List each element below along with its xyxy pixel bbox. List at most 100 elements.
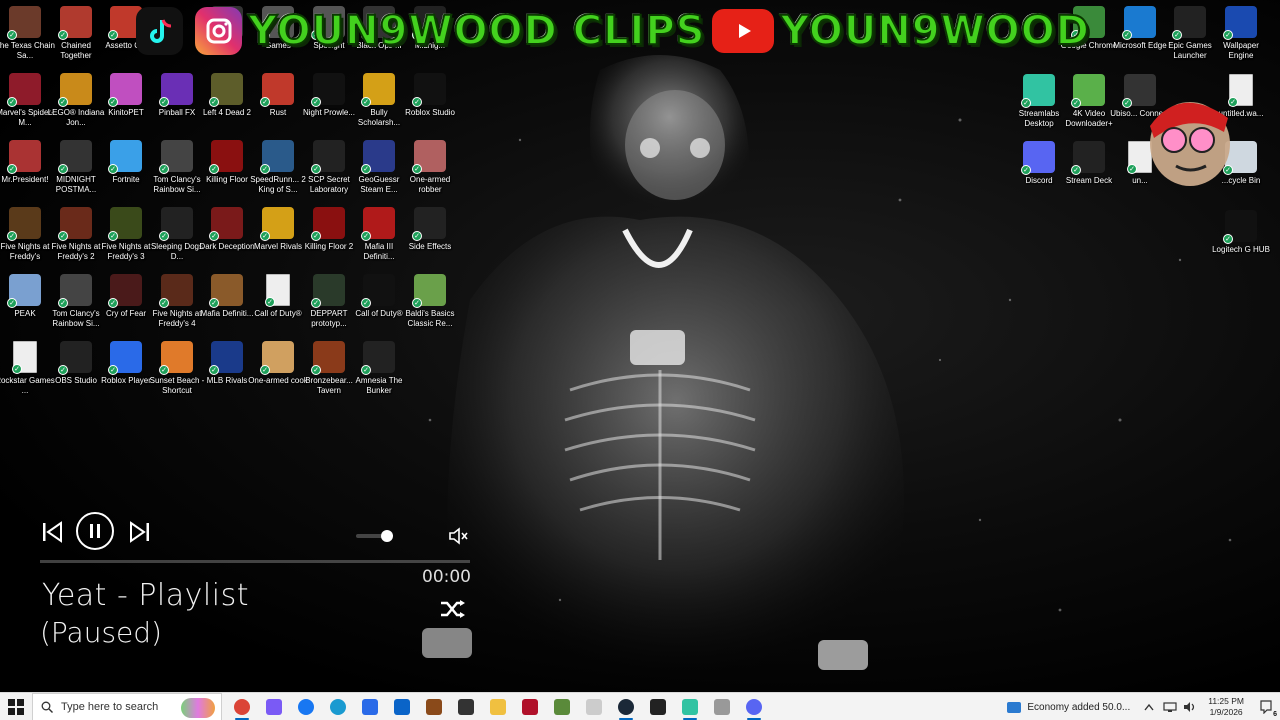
desktop-shortcut[interactable]: ✓ Marvel's Spider-M... xyxy=(0,73,54,137)
desktop-shortcut[interactable]: ✓ Five Nights at Freddy's xyxy=(0,207,50,271)
clock-date: 1/9/2026 xyxy=(1209,707,1243,717)
taskbar-app-store[interactable] xyxy=(354,693,386,720)
desktop-shortcut[interactable]: ✓ SpeedRunn... 2 King of S... xyxy=(250,140,306,204)
desktop-shortcut[interactable]: ✓ Night Prowle... xyxy=(303,73,355,137)
notification-preview[interactable]: Economy added 50.0... xyxy=(999,701,1138,713)
playback-status: (Paused) xyxy=(40,616,162,649)
desktop-shortcut[interactable]: ✓ Mafia III Definiti... xyxy=(354,207,404,271)
taskbar-app-capcut[interactable] xyxy=(514,693,546,720)
desktop-shortcut[interactable]: ✓ Logitech G HUB xyxy=(1212,210,1270,274)
desktop-shortcut[interactable]: ✓ Rockstar Games ... xyxy=(0,341,55,405)
desktop-shortcut[interactable]: ✓ Side Effects xyxy=(405,207,455,271)
taskbar-app-discord-like[interactable] xyxy=(738,693,770,720)
sync-check-icon: ✓ xyxy=(58,365,68,375)
desktop-shortcut[interactable]: ✓ PEAK xyxy=(0,274,50,338)
taskbar-app-mail[interactable] xyxy=(386,693,418,720)
desktop-shortcut[interactable]: ✓ Killing Floor xyxy=(202,140,252,204)
fnaf3-icon: ✓ xyxy=(108,207,142,241)
volume-button[interactable] xyxy=(1180,701,1200,713)
desktop-shortcut[interactable]: ✓ Chained Together xyxy=(51,6,101,70)
taskbar-app-minecraft[interactable] xyxy=(546,693,578,720)
desktop-shortcut[interactable]: ✓ Dark Deception xyxy=(199,207,255,271)
desktop-shortcut[interactable]: ✓ The Texas Chain Sa... xyxy=(0,6,55,70)
desktop-shortcut[interactable]: ✓ Pinball FX xyxy=(152,73,202,137)
desktop-shortcut[interactable]: ✓ Epic Games Launcher xyxy=(1165,6,1215,70)
desktop-shortcut[interactable]: ✓ One-armed robber xyxy=(405,140,455,204)
taskbar-app-steam[interactable] xyxy=(610,693,642,720)
sync-check-icon: ✓ xyxy=(311,365,321,375)
desktop-shortcut[interactable]: ✓ Stream Deck xyxy=(1064,141,1114,205)
desktop-shortcut[interactable]: ✓ KinitoPET xyxy=(101,73,151,137)
sync-check-icon: ✓ xyxy=(58,164,68,174)
taskbar-app-facebook[interactable] xyxy=(290,693,322,720)
taskbar-app-chrome[interactable] xyxy=(226,693,258,720)
desktop-shortcut[interactable]: ✓ Five Nights at Freddy's 3 xyxy=(101,207,151,271)
start-button[interactable] xyxy=(0,693,32,720)
taskbar-clock[interactable]: 11:25 PM 1/9/2026 xyxy=(1200,696,1252,718)
desktop-shortcut[interactable]: ✓ Killing Floor 2 xyxy=(304,207,354,271)
taskbar-app-edge[interactable] xyxy=(322,693,354,720)
volume-slider-knob[interactable] xyxy=(380,530,393,542)
taskbar-app-stream-deck[interactable] xyxy=(642,693,674,720)
taskbar-app-roblox-studio[interactable] xyxy=(450,693,482,720)
desktop-shortcut[interactable]: ✓ Amnesia The Bunker xyxy=(354,341,404,405)
desktop-shortcut[interactable]: ✓ Bronzebear... Tavern xyxy=(304,341,354,405)
desktop-shortcut[interactable]: ✓ SCP Secret Laboratory xyxy=(304,140,354,204)
mute-button[interactable] xyxy=(446,524,470,548)
sync-check-icon: ✓ xyxy=(1223,30,1233,40)
desktop-shortcut[interactable]: ✓ Left 4 Dead 2 xyxy=(202,73,252,137)
notification-center-button[interactable]: 6 xyxy=(1252,693,1280,720)
desktop-shortcut[interactable]: ✓ Microsoft Edge xyxy=(1113,6,1167,70)
shuffle-icon xyxy=(441,600,465,618)
sync-check-icon: ✓ xyxy=(412,164,422,174)
desktop-shortcut[interactable]: ✓ Mafia Definiti... xyxy=(201,274,253,338)
desktop-shortcut[interactable]: ✓ Five Nights at Freddy's 4 xyxy=(152,274,202,338)
shuffle-button[interactable] xyxy=(438,596,468,622)
desktop-shortcut[interactable]: ✓ Call of Duty® xyxy=(253,274,303,338)
desktop-shortcut[interactable]: ✓ One-armed cook xyxy=(248,341,308,405)
desktop-shortcut[interactable]: ✓ Sleeping Dogs D... xyxy=(151,207,203,271)
desktop-shortcut[interactable]: ✓ Mr.President! xyxy=(0,140,50,204)
desktop-shortcut[interactable]: ✓ Roblox Player xyxy=(101,341,151,405)
taskbar-search-box[interactable]: Type here to search xyxy=(32,692,222,720)
network-button[interactable] xyxy=(1160,701,1180,713)
desktop-shortcut[interactable]: ✓ Fortnite xyxy=(101,140,151,204)
desktop-shortcut[interactable]: ✓ Streamlabs Desktop xyxy=(1014,74,1064,138)
desktop-shortcut[interactable]: ✓ Five Nights at Freddy's 2 xyxy=(51,207,101,271)
taskbar-app-streamlabs[interactable] xyxy=(674,693,706,720)
desktop-shortcut[interactable]: ✓ Wallpaper Engine xyxy=(1216,6,1266,70)
desktop-shortcut[interactable]: ✓ Cry of Fear xyxy=(101,274,151,338)
desktop-shortcut[interactable]: ✓ Sunset Beach - Shortcut xyxy=(150,341,204,405)
show-hidden-icons-button[interactable] xyxy=(1138,703,1160,711)
next-track-button[interactable] xyxy=(126,518,154,546)
previous-track-button[interactable] xyxy=(38,518,66,546)
playback-progress-bar[interactable] xyxy=(40,560,470,563)
sync-check-icon: ✓ xyxy=(12,364,22,374)
desktop-shortcut[interactable]: ✓ Call of Duty® xyxy=(354,274,404,338)
desktop-shortcut[interactable]: ✓ Bully Scholarsh... xyxy=(354,73,404,137)
texas-chainsaw-icon: ✓ xyxy=(7,6,41,40)
desktop-shortcut[interactable]: ✓ GeoGuessr Steam E... xyxy=(354,140,404,204)
desktop-shortcut[interactable]: ✓ Roblox Studio xyxy=(405,73,455,137)
desktop-shortcut[interactable]: ✓ MLB Rivals xyxy=(202,341,252,405)
taskbar-app-copilot[interactable] xyxy=(258,693,290,720)
desktop-shortcut[interactable]: ✓ OBS Studio xyxy=(51,341,101,405)
play-pause-button[interactable] xyxy=(76,512,114,550)
desktop-shortcut[interactable]: ✓ Tom Clancy's Rainbow Si... xyxy=(51,274,101,338)
desktop-shortcut[interactable]: ✓ LEGO® Indiana Jon... xyxy=(48,73,104,137)
desktop-shortcut[interactable]: ✓ Tom Clancy's Rainbow Si... xyxy=(152,140,202,204)
desktop-shortcut[interactable]: ✓ Rust xyxy=(253,73,303,137)
desktop-shortcut-label: Logitech G HUB xyxy=(1212,245,1270,254)
taskbar-app-game[interactable] xyxy=(418,693,450,720)
desktop-shortcut[interactable]: ✓ 4K Video Downloader+ xyxy=(1064,74,1114,138)
desktop-shortcut[interactable]: ✓ DEPPART prototyp... xyxy=(304,274,354,338)
network-icon xyxy=(1163,702,1177,712)
taskbar-app-file-explorer[interactable] xyxy=(482,693,514,720)
desktop-shortcut[interactable]: ✓ Discord xyxy=(1014,141,1064,205)
desktop-shortcut[interactable]: ✓ Marvel Rivals xyxy=(253,207,303,271)
taskbar-app-wallpaper[interactable] xyxy=(706,693,738,720)
desktop-shortcut[interactable]: ✓ Baldi's Basics Classic Re... xyxy=(405,274,455,338)
volume-slider[interactable] xyxy=(356,530,400,542)
taskbar-app-notepad[interactable] xyxy=(578,693,610,720)
desktop-shortcut[interactable]: ✓ MIDNIGHT POSTMA... xyxy=(51,140,101,204)
